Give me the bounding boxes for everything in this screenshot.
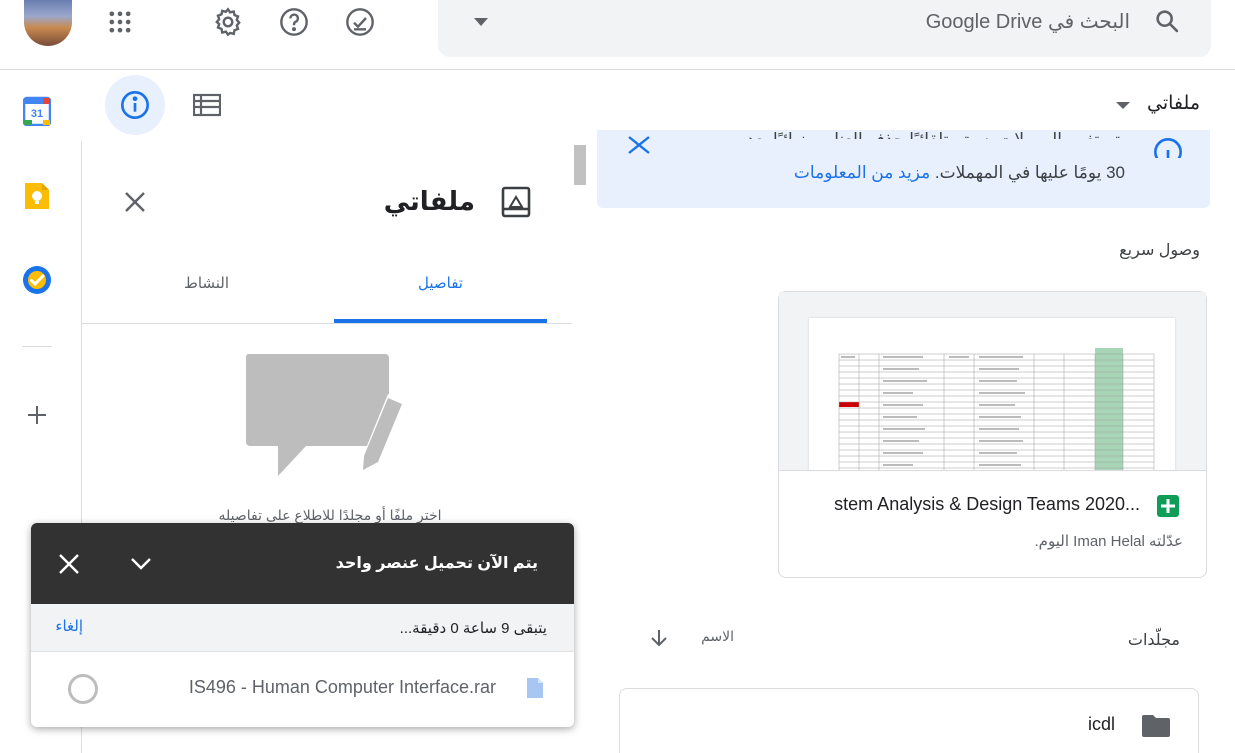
quick-access-title: وصول سريع [1119, 242, 1200, 259]
details-pane-title: ملفاتي [383, 186, 475, 216]
sort-by-name[interactable]: الاسم [690, 628, 734, 645]
my-drive-icon [498, 184, 534, 220]
rail-divider [22, 346, 52, 347]
tab-activity[interactable]: النشاط [150, 274, 263, 292]
search-options-dropdown-icon[interactable] [470, 12, 492, 32]
banner-text-line2: 30 يومًا عليها في المهملات. مزيد من المع… [600, 163, 1125, 183]
close-upload-icon[interactable] [56, 551, 82, 577]
close-details-icon[interactable] [120, 187, 150, 217]
file-icon [524, 675, 546, 701]
cancel-upload-button[interactable]: إلغاء [51, 617, 83, 635]
folder-icon [1140, 712, 1172, 740]
upload-title: يتم الآن تحميل عنصر واحد [335, 555, 538, 572]
details-placeholder-icon [244, 352, 408, 478]
account-avatar[interactable] [24, 0, 72, 46]
breadcrumb[interactable]: ملفاتي [1140, 92, 1200, 115]
upload-panel: يتم الآن تحميل عنصر واحد يتبقى 9 ساعة 0 … [31, 523, 574, 727]
close-banner-icon[interactable] [624, 131, 654, 157]
folders-heading: مجلّدات [1127, 632, 1180, 649]
file-title: stem Analysis & Design Teams 2020... [834, 494, 1140, 514]
info-icon [1150, 130, 1186, 158]
search-icon[interactable] [1150, 4, 1184, 38]
calendar-icon[interactable]: 31 [22, 95, 52, 127]
add-addon-icon[interactable] [24, 402, 50, 428]
list-view-icon[interactable] [190, 90, 224, 120]
scrollbar-thumb[interactable] [574, 145, 586, 185]
card-divider [779, 470, 1206, 471]
check-circle-icon[interactable] [342, 4, 378, 40]
svg-text:31: 31 [31, 108, 43, 120]
keep-icon[interactable] [22, 180, 52, 212]
search-input[interactable]: البحث في Google Drive [905, 9, 1130, 34]
breadcrumb-dropdown-icon[interactable] [1113, 99, 1133, 111]
info-icon [118, 88, 152, 122]
tab-details[interactable]: تفاصيل [334, 274, 547, 292]
upload-progress-spinner [68, 674, 98, 704]
file-modified-info: عدّلته Iman Helal اليوم. [1034, 533, 1183, 550]
chevron-down-icon[interactable] [128, 551, 154, 577]
spreadsheet-thumbnail [809, 318, 1175, 470]
tasks-icon[interactable] [21, 264, 53, 296]
gear-icon[interactable] [210, 4, 246, 40]
banner-text: 30 يومًا عليها في المهملات. [934, 163, 1125, 182]
sheets-icon [1155, 493, 1181, 519]
tabs-divider [82, 323, 572, 324]
apps-grid-icon[interactable] [104, 6, 136, 38]
help-icon[interactable] [276, 4, 312, 40]
details-empty-hint: اختر ملفًا أو مجلدًا للاطلاع على تفاصيله [218, 507, 442, 523]
upload-file-name: IS496 - Human Computer Interface.rar [188, 677, 496, 697]
folder-name: icdl [1087, 714, 1115, 734]
learn-more-link[interactable]: مزيد من المعلومات [794, 163, 930, 182]
details-scrollbar[interactable] [572, 141, 588, 753]
arrow-down-icon[interactable] [647, 626, 671, 650]
time-remaining: يتبقى 9 ساعة 0 دقيقة... [399, 620, 547, 637]
